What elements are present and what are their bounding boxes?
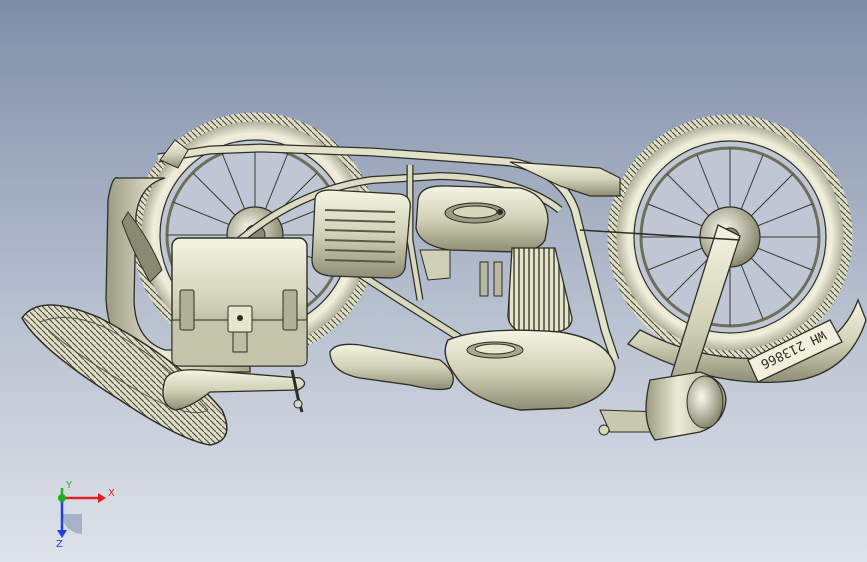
- motorcycle-model[interactable]: WH 213866: [0, 0, 867, 562]
- fuel-tank[interactable]: [444, 329, 616, 411]
- exhaust-front[interactable]: [329, 343, 454, 391]
- engine-cylinder[interactable]: [507, 247, 573, 333]
- z-axis-label: Z: [56, 539, 63, 548]
- exhaust-rear[interactable]: [162, 369, 306, 411]
- y-axis-label: Y: [65, 480, 73, 491]
- side-cover[interactable]: [311, 189, 411, 279]
- headlight[interactable]: [645, 371, 727, 441]
- engine-case[interactable]: [415, 185, 549, 253]
- x-axis-label: X: [108, 488, 115, 499]
- cad-viewport[interactable]: WH 213866 X Y Z: [0, 0, 867, 562]
- orientation-triad: X Y Z: [56, 480, 115, 548]
- gear-linkage[interactable]: [419, 249, 503, 297]
- saddle-bag[interactable]: [171, 237, 308, 367]
